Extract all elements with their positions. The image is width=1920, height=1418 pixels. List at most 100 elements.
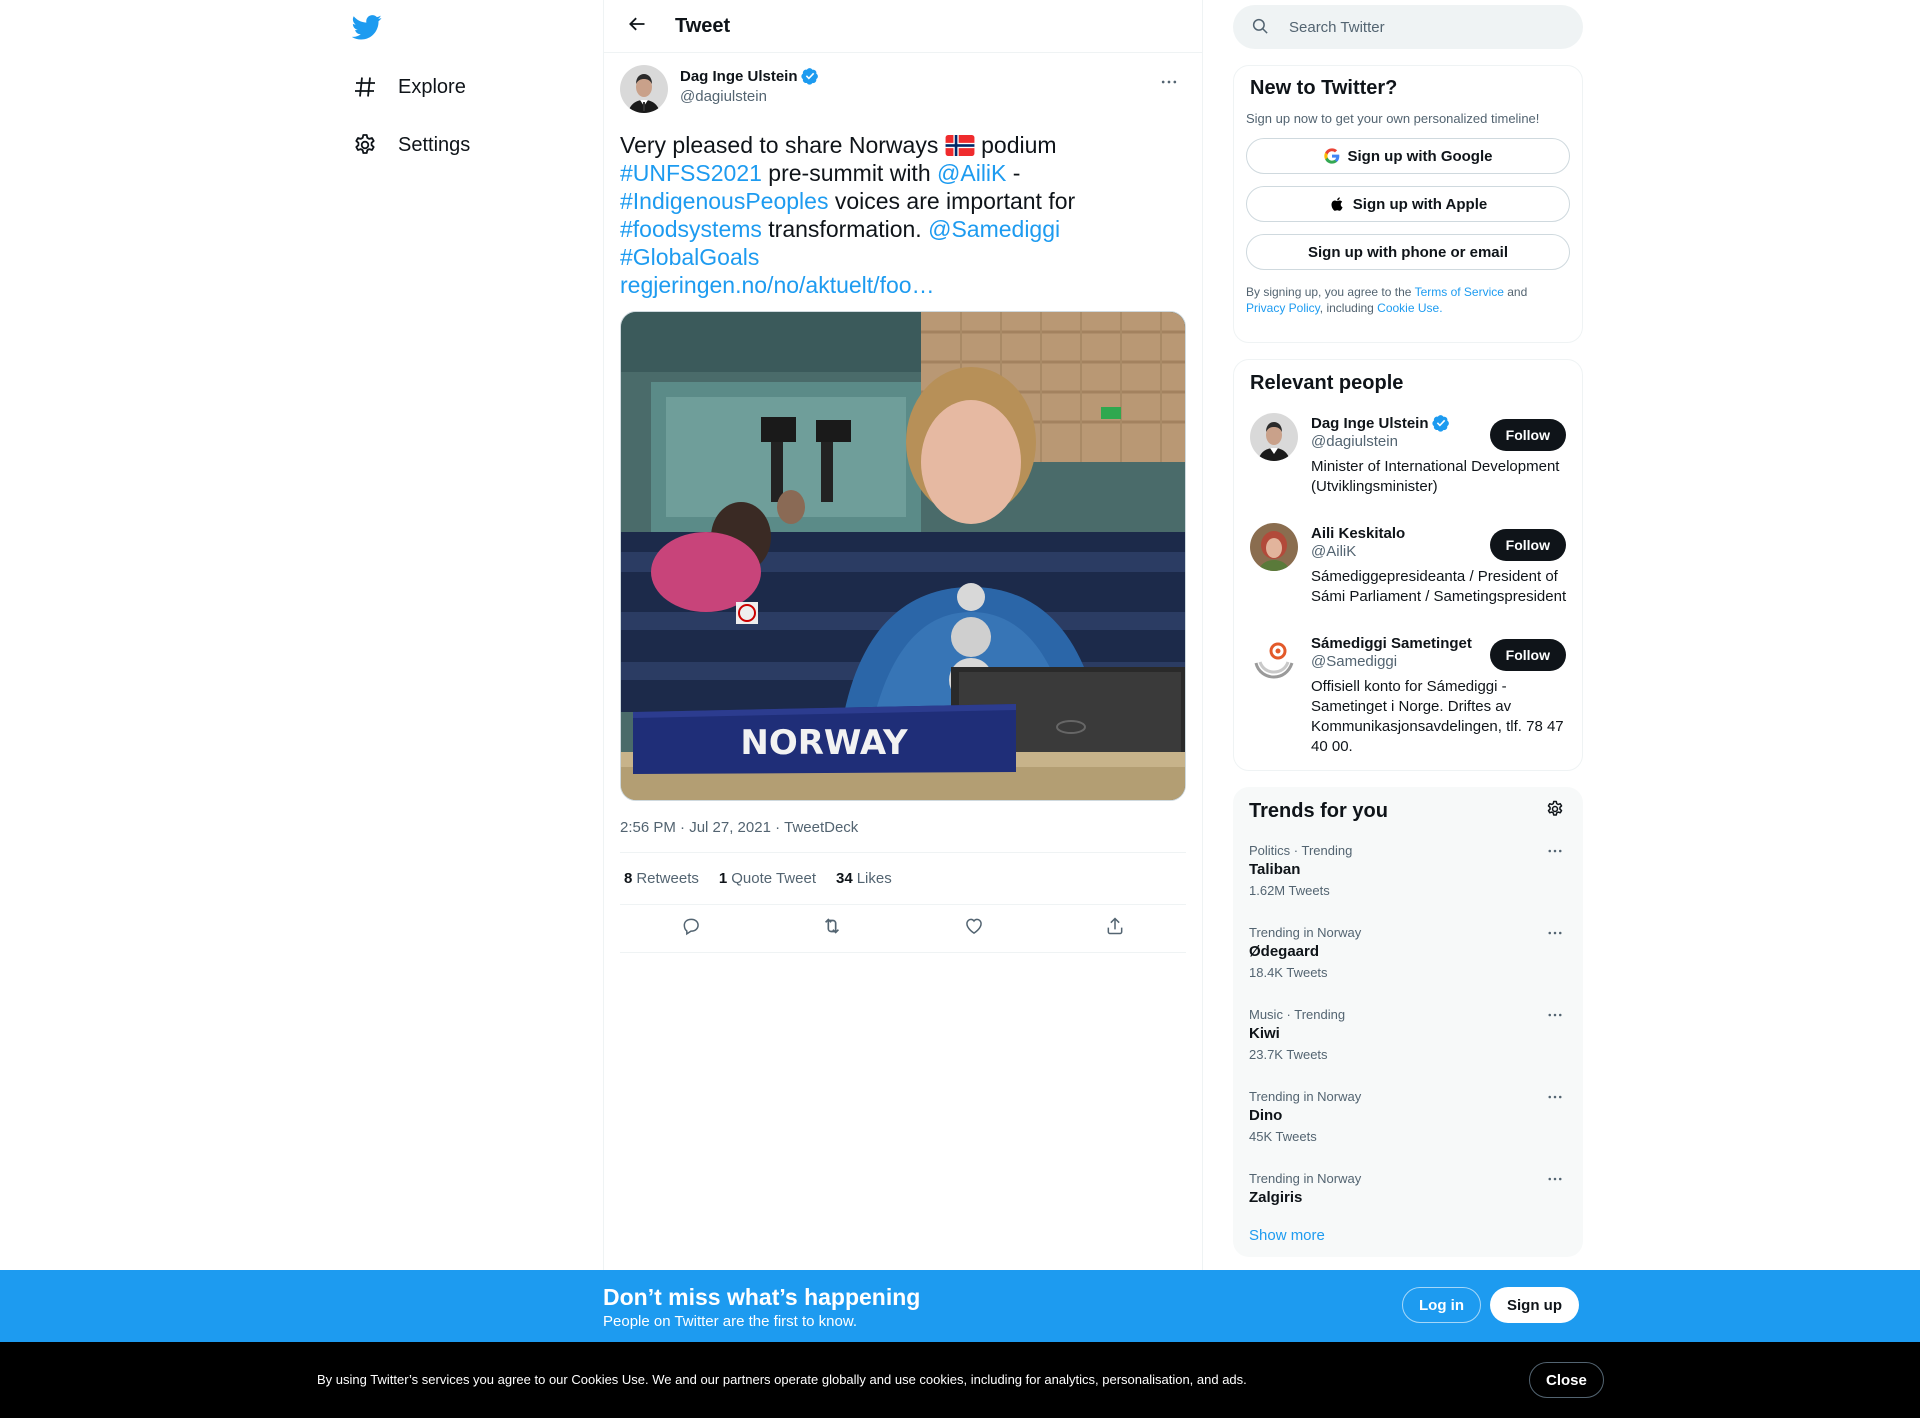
terms-link[interactable]: Terms of Service	[1415, 285, 1504, 299]
trend-more-button[interactable]	[1543, 1005, 1567, 1029]
trend-count: 23.7K Tweets	[1249, 1047, 1328, 1062]
likes-count: 34	[836, 870, 853, 887]
tweet-photo[interactable]: NORWAY	[620, 311, 1186, 801]
signup-apple-label: Sign up with Apple	[1352, 195, 1488, 213]
samediggi-logo-avatar[interactable]	[1250, 633, 1298, 681]
gear-icon	[352, 132, 378, 158]
tweet-text-span: transformation.	[761, 216, 929, 242]
likes-stat[interactable]: 34 Likes	[836, 870, 892, 887]
follow-button[interactable]: Follow	[1489, 639, 1566, 671]
author-avatar[interactable]	[620, 65, 668, 113]
tweet-author-row: Dag Inge Ulstein @dagiulstein	[620, 65, 1186, 117]
retweet-button[interactable]	[814, 911, 850, 947]
new-to-twitter-card: New to Twitter? Sign up now to get your …	[1233, 65, 1583, 343]
hashtag-link[interactable]: #foodsystems	[620, 216, 762, 242]
url-link[interactable]: regjeringen.no/no/aktuelt/foo…	[620, 272, 935, 298]
person-item[interactable]: Dag Inge Ulstein @dagiulstein Minister o…	[1234, 413, 1582, 497]
heart-icon	[964, 916, 984, 941]
nav-explore-label: Explore	[398, 75, 466, 98]
tweet-text-span: Very pleased to share Norways	[620, 132, 945, 158]
trend-count: 45K Tweets	[1249, 1129, 1317, 1144]
back-arrow-icon	[627, 14, 647, 39]
tweet-text-span: voices are important for	[828, 188, 1076, 214]
more-dots-icon	[1159, 72, 1179, 97]
retweets-stat[interactable]: 8 Retweets	[624, 870, 699, 887]
like-button[interactable]	[956, 911, 992, 947]
person-bio: Sámediggepresideanta / President of Sámi…	[1311, 568, 1567, 605]
author-handle[interactable]: @dagiulstein	[680, 88, 819, 105]
person-name-text: Dag Inge Ulstein	[1311, 414, 1429, 432]
trend-more-button[interactable]	[1543, 1087, 1567, 1111]
tweet-more-button[interactable]	[1152, 67, 1186, 101]
tweet-meta: 2:56 PM · Jul 27, 2021 · TweetDeck	[620, 817, 1186, 837]
person-avatar[interactable]	[1250, 413, 1298, 461]
person-bio: Minister of International Development (U…	[1311, 458, 1560, 495]
cookie-use-link[interactable]: Cookie Use.	[1377, 301, 1442, 315]
quotes-stat[interactable]: 1 Quote Tweet	[719, 870, 816, 887]
signup-apple-button[interactable]: Sign up with Apple	[1246, 186, 1570, 222]
nav-settings[interactable]: Settings	[352, 125, 470, 165]
show-more-link[interactable]: Show more	[1233, 1219, 1583, 1244]
search-box[interactable]	[1233, 5, 1583, 49]
trends-settings-button[interactable]	[1543, 799, 1567, 823]
share-icon	[1105, 916, 1125, 941]
relevant-people-card: Relevant people Dag Inge Ulstein @dagiul…	[1233, 359, 1583, 771]
signup-button[interactable]: Sign up	[1490, 1287, 1579, 1323]
search-input[interactable]	[1289, 18, 1549, 36]
norway-placard-text: NORWAY	[740, 723, 908, 763]
trend-count: 18.4K Tweets	[1249, 965, 1328, 980]
trend-more-button[interactable]	[1543, 841, 1567, 865]
more-dots-icon	[1546, 924, 1564, 947]
signup-banner-title: Don’t miss what’s happening	[603, 1284, 921, 1310]
hashtag-link[interactable]: #UNFSS2021	[620, 160, 762, 186]
trends-title: Trends for you	[1249, 799, 1388, 822]
trend-more-button[interactable]	[1543, 923, 1567, 947]
tweet-text-span: podium	[974, 132, 1057, 158]
trend-name: Zalgiris	[1249, 1189, 1303, 1206]
trend-name: Kiwi	[1249, 1025, 1280, 1042]
signup-phone-button[interactable]: Sign up with phone or email	[1246, 234, 1570, 270]
cookie-close-button[interactable]: Close	[1529, 1362, 1604, 1398]
tweet-text-span: pre-summit with	[761, 160, 938, 186]
trend-more-button[interactable]	[1543, 1169, 1567, 1193]
twitter-bird-icon[interactable]	[351, 12, 384, 44]
more-dots-icon	[1546, 1006, 1564, 1029]
page-title: Tweet	[675, 14, 731, 37]
login-button[interactable]: Log in	[1402, 1287, 1481, 1323]
trend-item[interactable]: Trending in Norway Dino 45K Tweets	[1233, 1077, 1583, 1159]
share-button[interactable]	[1097, 911, 1133, 947]
mention-link[interactable]: @AiliK	[937, 160, 1006, 186]
more-dots-icon	[1546, 1088, 1564, 1111]
follow-button[interactable]: Follow	[1489, 529, 1566, 561]
person-item[interactable]: Aili Keskitalo @AiliK Sámediggepresidean…	[1234, 523, 1582, 607]
back-button[interactable]	[619, 8, 655, 44]
tweet-actions	[620, 905, 1186, 953]
signup-banner-subtitle: People on Twitter are the first to know.	[603, 1313, 858, 1330]
trend-item[interactable]: Music · Trending Kiwi 23.7K Tweets	[1233, 995, 1583, 1077]
tweet-stats: 8 Retweets 1 Quote Tweet 34 Likes	[620, 852, 1186, 905]
follow-button[interactable]: Follow	[1489, 419, 1566, 451]
legal-text: , including	[1319, 301, 1378, 315]
trend-count: 1.62M Tweets	[1249, 883, 1330, 898]
hashtag-icon	[352, 74, 378, 100]
tweet-source[interactable]: TweetDeck	[784, 819, 858, 836]
trend-item[interactable]: Politics · Trending Taliban 1.62M Tweets	[1233, 831, 1583, 913]
nav-explore[interactable]: Explore	[352, 67, 466, 107]
norway-flag-icon	[945, 134, 975, 156]
trend-item[interactable]: Trending in Norway Zalgiris	[1233, 1159, 1583, 1219]
author-name[interactable]: Dag Inge Ulstein	[680, 67, 819, 85]
trend-meta: Trending in Norway	[1249, 1089, 1362, 1104]
hashtag-link[interactable]: #IndigenousPeoples	[620, 188, 828, 214]
person-item[interactable]: Sámediggi Sametinget @Samediggi Offisiel…	[1234, 633, 1582, 757]
reply-button[interactable]	[673, 911, 709, 947]
gear-icon	[1546, 800, 1564, 823]
trend-item[interactable]: Trending in Norway Ødegaard 18.4K Tweets	[1233, 913, 1583, 995]
privacy-link[interactable]: Privacy Policy	[1246, 301, 1320, 315]
tweet-timestamp[interactable]: 2:56 PM · Jul 27, 2021	[620, 819, 771, 836]
verified-badge-icon	[1431, 414, 1450, 432]
signup-google-button[interactable]: Sign up with Google	[1246, 138, 1570, 174]
mention-link[interactable]: @Samediggi	[928, 216, 1060, 242]
hashtag-link[interactable]: #GlobalGoals	[620, 244, 759, 270]
right-sidebar: New to Twitter? Sign up now to get your …	[1233, 0, 1583, 1257]
person-avatar[interactable]	[1250, 523, 1298, 571]
